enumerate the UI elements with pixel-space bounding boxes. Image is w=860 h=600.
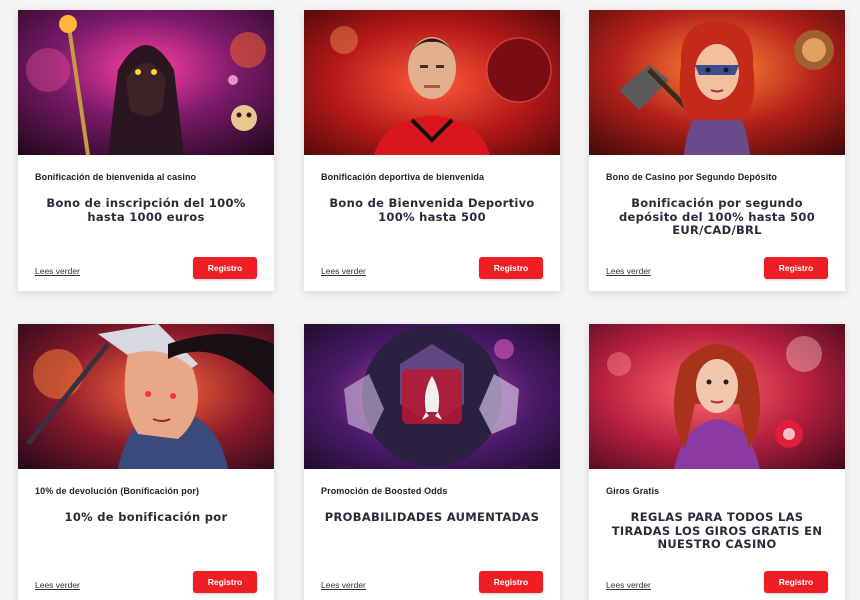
- promo-headline: Bono de inscripción del 100% hasta 1000 …: [46, 196, 246, 224]
- promo-card: Bonificación de bienvenida al casino Bon…: [18, 10, 274, 291]
- promo-category: Bonificación deportiva de bienvenida: [321, 172, 485, 182]
- promo-image[interactable]: [589, 324, 845, 469]
- promo-card: Bono de Casino por Segundo Depósito Boni…: [589, 10, 845, 291]
- promo-card: 10% de devolución (Bonificación por) 10%…: [18, 324, 274, 600]
- promo-category: Bonificación de bienvenida al casino: [35, 172, 197, 182]
- promo-image[interactable]: [304, 324, 560, 469]
- red-haired-woman-illustration: [589, 324, 845, 469]
- promo-card: Giros Gratis REGLAS PARA TODOS LAS TIRAD…: [589, 324, 845, 600]
- promo-category: Giros Gratis: [606, 486, 660, 496]
- promo-image[interactable]: [18, 10, 274, 155]
- promo-image[interactable]: [18, 324, 274, 469]
- read-more-link[interactable]: Lees verder: [321, 580, 366, 590]
- register-button[interactable]: Registro: [764, 257, 828, 279]
- promo-headline: Bono de Bienvenida Deportivo 100% hasta …: [329, 196, 535, 224]
- warrior-woman-illustration: [589, 10, 845, 155]
- read-more-link[interactable]: Lees verder: [606, 580, 651, 590]
- register-button[interactable]: Registro: [193, 257, 257, 279]
- promo-headline: 10% de bonificación por: [64, 510, 228, 524]
- read-more-link[interactable]: Lees verder: [606, 266, 651, 276]
- register-button[interactable]: Registro: [479, 571, 543, 593]
- promo-category: 10% de devolución (Bonificación por): [35, 486, 200, 496]
- read-more-link[interactable]: Lees verder: [35, 266, 80, 276]
- promo-headline: Bonificación por segundo depósito del 10…: [618, 196, 816, 237]
- promo-headline: REGLAS PARA TODOS LAS TIRADAS LOS GIROS …: [611, 510, 823, 551]
- hooded-wizard-illustration: [18, 10, 274, 155]
- promo-card: Bonificación deportiva de bienvenida Bon…: [304, 10, 560, 291]
- promo-card: Promoción de Boosted Odds PROBABILIDADES…: [304, 324, 560, 600]
- promo-image[interactable]: [304, 10, 560, 155]
- armored-heroine-illustration: [18, 324, 274, 469]
- promo-category: Bono de Casino por Segundo Depósito: [606, 172, 777, 182]
- register-button[interactable]: Registro: [193, 571, 257, 593]
- promo-category: Promoción de Boosted Odds: [321, 486, 448, 496]
- read-more-link[interactable]: Lees verder: [321, 266, 366, 276]
- register-button[interactable]: Registro: [764, 571, 828, 593]
- promotions-grid: Bonificación de bienvenida al casino Bon…: [0, 0, 860, 600]
- register-button[interactable]: Registro: [479, 257, 543, 279]
- read-more-link[interactable]: Lees verder: [35, 580, 80, 590]
- promo-headline: PROBABILIDADES AUMENTADAS: [324, 510, 540, 524]
- rocket-football-illustration: [304, 324, 560, 469]
- promo-image[interactable]: [589, 10, 845, 155]
- football-player-illustration: [304, 10, 560, 155]
